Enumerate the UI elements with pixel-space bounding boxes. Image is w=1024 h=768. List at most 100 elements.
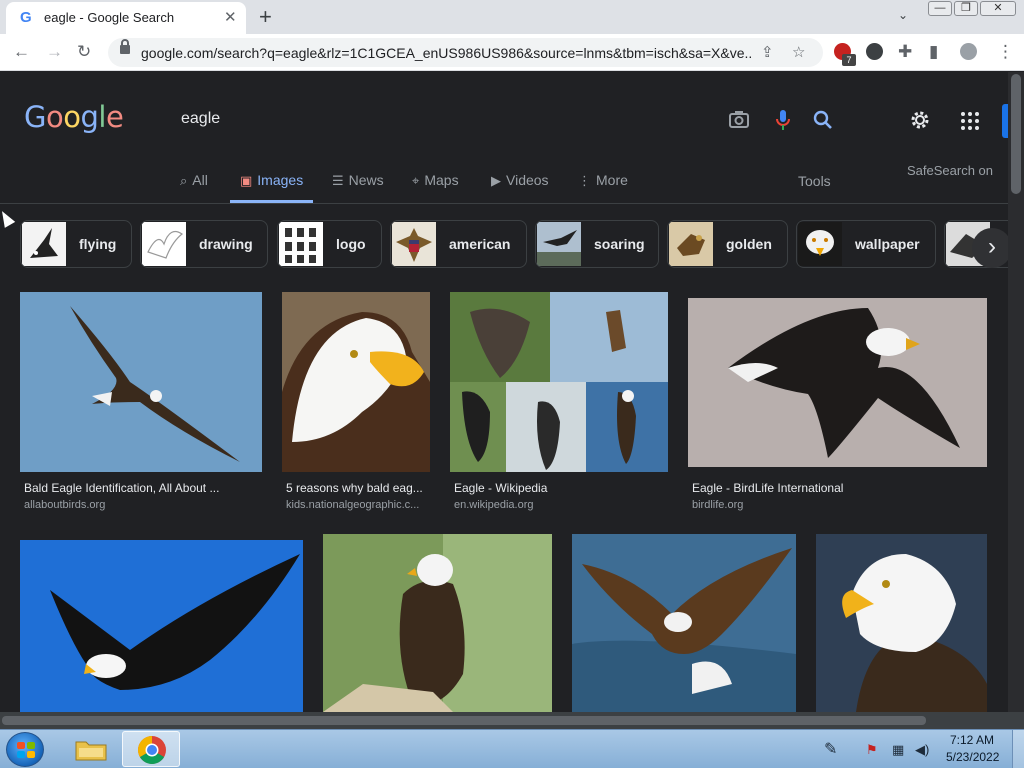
close-tab-icon[interactable]: ✕ [224, 8, 237, 26]
image-result[interactable] [816, 534, 987, 712]
result-title[interactable]: Eagle - BirdLife International [692, 481, 987, 495]
close-window-button[interactable]: ✕ [980, 1, 1016, 16]
horizontal-scrollbar[interactable] [0, 712, 1024, 729]
share-icon[interactable]: ⇪ [761, 43, 774, 61]
more-vertical-icon: ⋮ [578, 173, 591, 188]
extensions-puzzle-icon[interactable]: ✚ [898, 42, 912, 62]
vertical-scrollbar[interactable] [1008, 72, 1024, 712]
safesearch-status[interactable]: SafeSearch on [907, 163, 993, 178]
taskbar-file-explorer[interactable] [62, 731, 120, 767]
image-result[interactable] [323, 534, 552, 712]
minimize-button[interactable]: — [928, 1, 952, 16]
result-image [450, 292, 668, 472]
search-small-icon: ⌕ [180, 173, 188, 188]
result-image [282, 292, 430, 472]
lock-icon [120, 39, 130, 54]
chips-next-chevron-icon[interactable]: › [972, 228, 1012, 268]
taskbar-chrome[interactable] [122, 731, 180, 767]
chip-logo[interactable]: logo [277, 220, 382, 268]
result-source[interactable]: allaboutbirds.org [24, 499, 260, 511]
chip-thumbnail [669, 222, 713, 266]
settings-gear-icon[interactable] [909, 109, 931, 131]
chip-thumbnail [537, 222, 581, 266]
side-panel-icon[interactable]: ▮ [929, 42, 938, 62]
result-source[interactable]: kids.nationalgeographic.c... [286, 499, 430, 511]
search-input[interactable]: eagle [181, 110, 220, 128]
back-icon[interactable]: ← [13, 42, 30, 62]
tab-all[interactable]: ⌕ All [180, 172, 208, 203]
result-image [816, 534, 987, 712]
extension-spy-icon[interactable] [866, 43, 883, 60]
result-title[interactable]: Bald Eagle Identification, All About ... [24, 481, 260, 495]
chip-thumbnail [22, 222, 66, 266]
address-bar[interactable]: google.com/search?q=eagle&rlz=1C1GCEA_en… [108, 38, 823, 67]
image-result[interactable]: Bald Eagle Identification, All About ...… [20, 292, 262, 522]
tab-more[interactable]: ⋮ More [578, 172, 628, 203]
chip-golden[interactable]: golden [667, 220, 788, 268]
chrome-icon [138, 736, 166, 764]
browser-toolbar: ← → ↻ google.com/search?q=eagle&rlz=1C1G… [0, 34, 1024, 71]
chip-wallpaper[interactable]: wallpaper [796, 220, 936, 268]
microphone-icon[interactable] [775, 109, 791, 131]
result-image [20, 540, 303, 712]
result-title[interactable]: 5 reasons why bald eag... [286, 481, 430, 495]
tab-maps[interactable]: ⌖ Maps [412, 172, 459, 203]
result-title[interactable]: Eagle - Wikipedia [454, 481, 668, 495]
tools-button[interactable]: Tools [798, 173, 831, 189]
chip-soaring[interactable]: soaring [535, 220, 659, 268]
result-image [20, 292, 262, 472]
browser-tab[interactable]: G eagle - Google Search ✕ [6, 2, 246, 34]
volume-icon[interactable]: ◀) [915, 742, 929, 758]
restore-button[interactable]: ❐ [954, 1, 978, 16]
folder-icon [75, 741, 107, 761]
image-result[interactable]: 5 reasons why bald eag... kids.nationalg… [282, 292, 430, 522]
result-image [323, 534, 552, 712]
chip-flying[interactable]: flying [20, 220, 132, 268]
related-search-chips: flying drawing logo american soaring gol… [0, 204, 1024, 284]
chip-thumbnail [279, 222, 323, 266]
vertical-scroll-thumb[interactable] [1011, 74, 1021, 194]
url-text[interactable]: google.com/search?q=eagle&rlz=1C1GCEA_en… [141, 45, 753, 61]
tab-videos[interactable]: ▶ Videos [491, 172, 549, 203]
image-results-grid: Bald Eagle Identification, All About ...… [0, 284, 1008, 712]
chip-american[interactable]: american [390, 220, 527, 268]
windows-logo-icon [17, 742, 35, 758]
result-source[interactable]: birdlife.org [692, 499, 987, 511]
clock-date[interactable]: 5/23/2022 [946, 750, 999, 764]
image-result[interactable]: Eagle - Wikipedia en.wikipedia.org [450, 292, 668, 522]
reload-icon[interactable]: ↻ [77, 42, 91, 62]
windows-taskbar: ✎ ⚑ ▦ ◀) 7:12 AM 5/23/2022 [0, 729, 1024, 768]
image-icon: ▣ [240, 173, 253, 188]
start-button[interactable] [6, 732, 44, 767]
chip-drawing[interactable]: drawing [140, 220, 268, 268]
browser-menu-icon[interactable]: ⋮ [997, 42, 1014, 62]
tab-strip: G eagle - Google Search ✕ + ⌄ — ❐ ✕ [0, 0, 1024, 34]
google-apps-icon[interactable] [961, 112, 979, 130]
image-result[interactable] [20, 540, 303, 712]
tab-search-icon[interactable]: ⌄ [898, 8, 908, 22]
google-favicon-icon: G [20, 9, 32, 26]
camera-icon[interactable] [729, 110, 749, 128]
image-result[interactable] [572, 534, 796, 712]
tab-news[interactable]: ☰ News [332, 172, 384, 203]
tab-images[interactable]: ▣ Images [230, 172, 314, 203]
video-icon: ▶ [491, 173, 501, 188]
action-center-flag-icon[interactable]: ⚑ [866, 742, 878, 758]
new-tab-button[interactable]: + [259, 4, 272, 30]
image-result[interactable]: Eagle - BirdLife International birdlife.… [688, 298, 987, 522]
chip-thumbnail [142, 222, 186, 266]
search-icon[interactable] [813, 110, 833, 130]
result-source[interactable]: en.wikipedia.org [454, 499, 668, 511]
chip-thumbnail [798, 222, 842, 266]
horizontal-scroll-thumb[interactable] [2, 716, 926, 725]
google-header: Google eagle ⌕ All ▣ Images ☰ News ⌖ Maps ▶ V… [0, 72, 1008, 204]
forward-icon[interactable]: → [46, 42, 63, 62]
google-logo[interactable]: Google [24, 100, 124, 134]
clock-time[interactable]: 7:12 AM [950, 733, 994, 747]
show-desktop-button[interactable] [1012, 730, 1024, 768]
profile-avatar-icon[interactable] [960, 43, 977, 60]
result-image [688, 298, 987, 467]
network-icon[interactable]: ▦ [892, 742, 904, 758]
pen-input-icon[interactable]: ✎ [824, 739, 837, 759]
bookmark-star-icon[interactable]: ☆ [792, 43, 805, 61]
